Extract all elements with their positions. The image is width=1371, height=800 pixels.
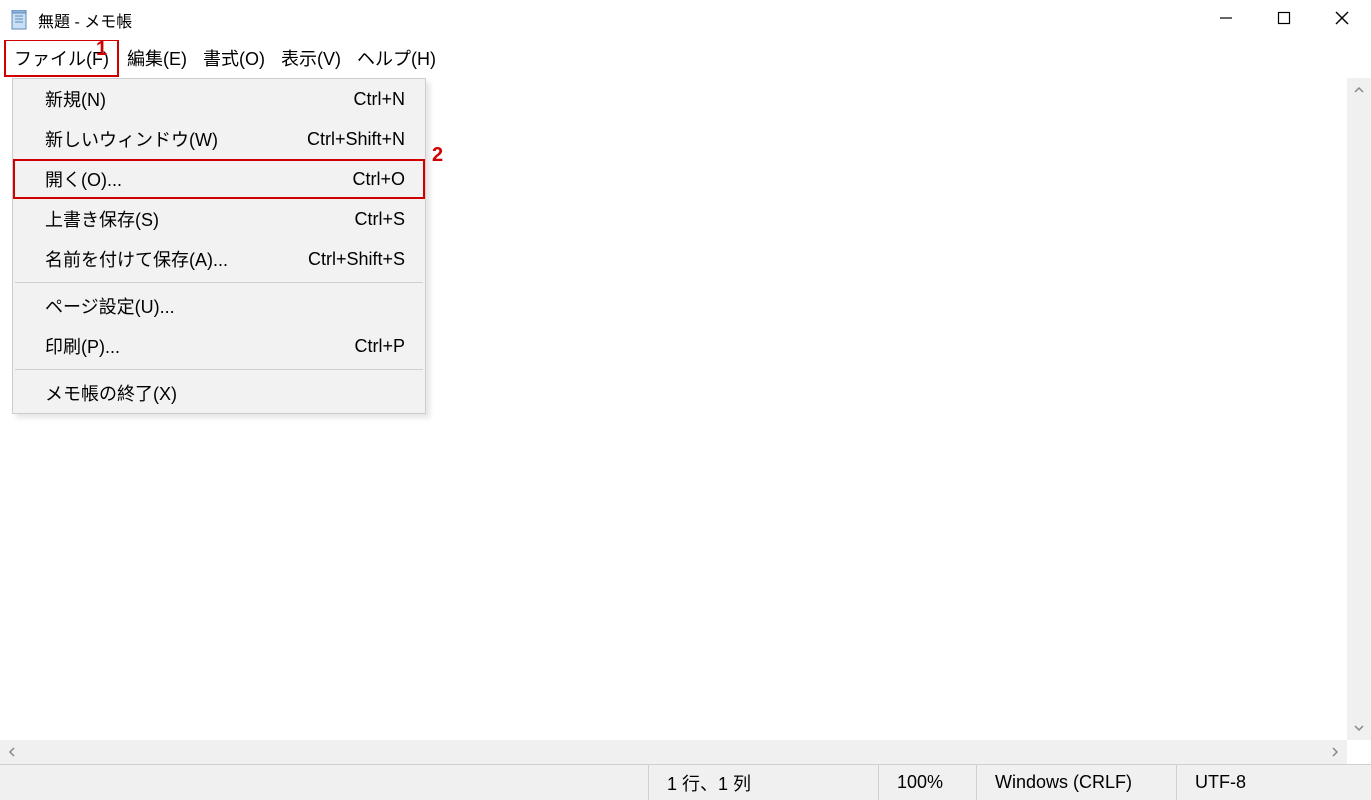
status-cursor-position: 1 行、1 列 <box>648 765 878 800</box>
status-line-ending: Windows (CRLF) <box>976 765 1176 800</box>
menu-view[interactable]: 表示(V) <box>273 41 349 75</box>
menu-item-open[interactable]: 開く(O)... Ctrl+O <box>13 159 425 199</box>
menu-edit[interactable]: 編集(E) <box>119 41 195 75</box>
menu-item-label: 印刷(P)... <box>45 333 120 359</box>
menu-item-shortcut: Ctrl+P <box>354 336 405 357</box>
vertical-scrollbar[interactable] <box>1347 78 1371 740</box>
menu-separator <box>15 369 423 370</box>
menu-item-save[interactable]: 上書き保存(S) Ctrl+S <box>13 199 425 239</box>
menu-item-page-setup[interactable]: ページ設定(U)... <box>13 286 425 326</box>
menu-item-print[interactable]: 印刷(P)... Ctrl+P <box>13 326 425 366</box>
menu-separator <box>15 282 423 283</box>
window-title: 無題 - メモ帳 <box>38 8 132 32</box>
annotation-1: 1 <box>96 38 107 61</box>
menu-format[interactable]: 書式(O) <box>195 41 273 75</box>
notepad-icon <box>10 10 30 30</box>
scroll-left-icon[interactable] <box>0 740 24 764</box>
menu-item-label: 新しいウィンドウ(W) <box>45 126 218 152</box>
menu-item-label: 名前を付けて保存(A)... <box>45 246 228 272</box>
menu-item-shortcut: Ctrl+O <box>352 169 405 190</box>
menu-item-shortcut: Ctrl+Shift+N <box>307 129 405 150</box>
file-menu-dropdown: 新規(N) Ctrl+N 新しいウィンドウ(W) Ctrl+Shift+N 開く… <box>12 78 426 414</box>
titlebar: 無題 - メモ帳 <box>0 0 1371 40</box>
annotation-2: 2 <box>432 144 443 167</box>
status-encoding: UTF-8 <box>1176 765 1371 800</box>
menu-help[interactable]: ヘルプ(H) <box>349 41 444 75</box>
menu-item-new[interactable]: 新規(N) Ctrl+N <box>13 79 425 119</box>
window-controls <box>1197 0 1371 36</box>
menu-item-new-window[interactable]: 新しいウィンドウ(W) Ctrl+Shift+N <box>13 119 425 159</box>
minimize-button[interactable] <box>1197 0 1255 36</box>
menu-item-exit[interactable]: メモ帳の終了(X) <box>13 373 425 413</box>
menu-item-shortcut: Ctrl+N <box>353 89 405 110</box>
menu-item-label: ページ設定(U)... <box>45 293 175 319</box>
close-button[interactable] <box>1313 0 1371 36</box>
scroll-up-icon[interactable] <box>1347 78 1371 102</box>
menubar: ファイル(F) 編集(E) 書式(O) 表示(V) ヘルプ(H) <box>0 40 1371 76</box>
menu-item-shortcut: Ctrl+S <box>354 209 405 230</box>
maximize-button[interactable] <box>1255 0 1313 36</box>
menu-item-label: メモ帳の終了(X) <box>45 380 177 406</box>
scroll-down-icon[interactable] <box>1347 716 1371 740</box>
menu-item-label: 上書き保存(S) <box>45 206 159 232</box>
menu-item-label: 開く(O)... <box>45 166 122 192</box>
menu-item-save-as[interactable]: 名前を付けて保存(A)... Ctrl+Shift+S <box>13 239 425 279</box>
scroll-right-icon[interactable] <box>1323 740 1347 764</box>
menu-item-label: 新規(N) <box>45 86 106 112</box>
horizontal-scrollbar[interactable] <box>0 740 1347 764</box>
status-zoom: 100% <box>878 765 976 800</box>
menu-item-shortcut: Ctrl+Shift+S <box>308 249 405 270</box>
statusbar: 1 行、1 列 100% Windows (CRLF) UTF-8 <box>0 764 1371 800</box>
